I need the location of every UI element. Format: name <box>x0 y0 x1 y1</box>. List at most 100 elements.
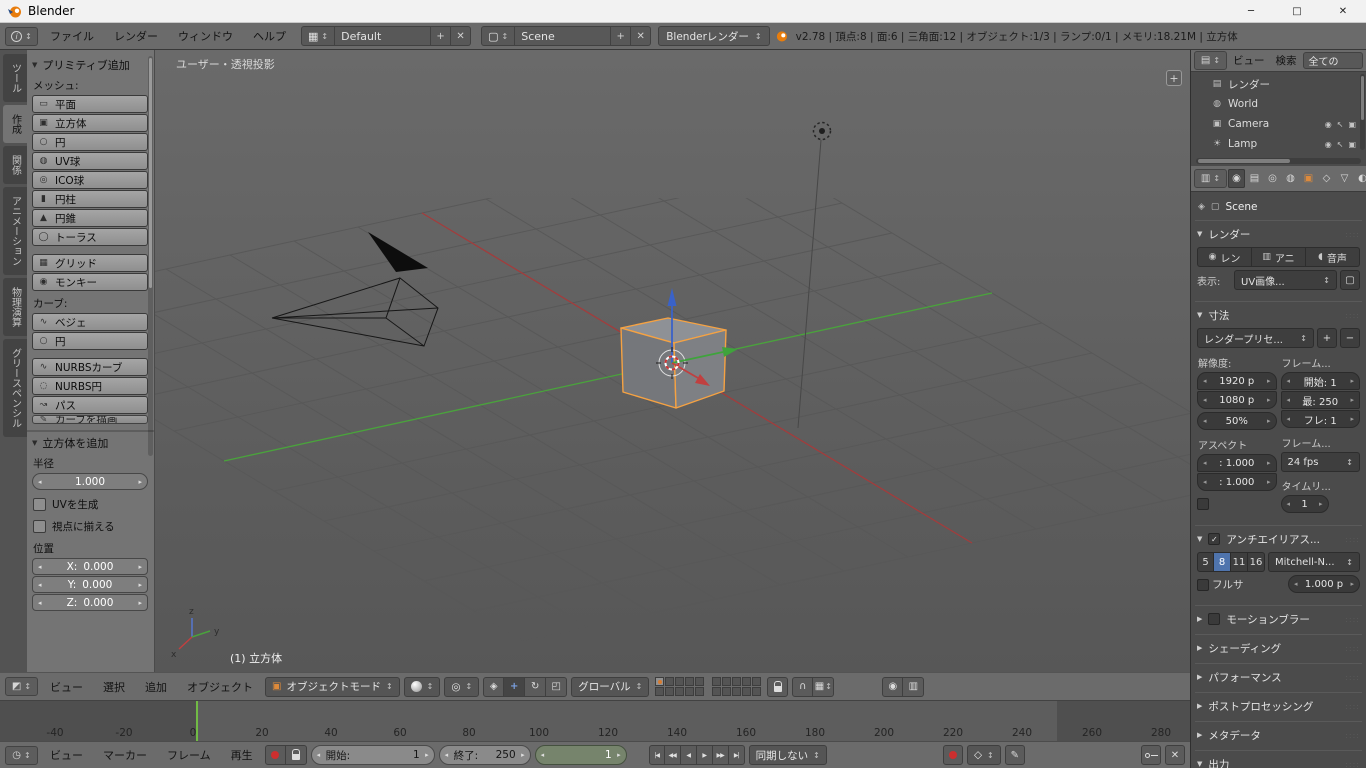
step-left-icon[interactable]: ◂ <box>38 599 42 607</box>
panel-grip[interactable]: :::: <box>1345 535 1360 544</box>
play-button[interactable]: ▶ <box>697 745 713 765</box>
panel-grip[interactable]: :::: <box>1345 615 1360 624</box>
panel-add-cube-header[interactable]: ▼ 立方体を追加 <box>32 435 148 451</box>
region-expand-button[interactable]: + <box>1166 70 1182 86</box>
panel-shading-header[interactable]: ▶ シェーディング :::: <box>1197 635 1360 661</box>
outliner-item-renderlayers[interactable]: ▤ レンダー <box>1191 74 1366 94</box>
keying-set-select[interactable]: ◇ ↕ <box>967 745 1001 765</box>
tab-tools[interactable]: ツール <box>3 54 27 102</box>
menu-file[interactable]: ファイル <box>42 28 102 44</box>
step-left-icon[interactable]: ◂ <box>1287 415 1291 423</box>
panel-metadata-header[interactable]: ▶ メタデータ :::: <box>1197 722 1360 748</box>
step-left-icon[interactable]: ◂ <box>541 751 545 759</box>
panel-antialiasing-header[interactable]: ▼ ✓ アンチエイリアス... :::: <box>1197 526 1360 552</box>
panel-grip[interactable]: :::: <box>1345 644 1360 653</box>
resolution-percentage-field[interactable]: ◂50%▸ <box>1197 412 1277 430</box>
motion-blur-checkbox[interactable] <box>1208 613 1220 625</box>
layer-cell[interactable] <box>675 677 684 686</box>
border-checkbox[interactable] <box>1197 498 1209 510</box>
step-right-icon[interactable]: ▸ <box>138 599 142 607</box>
frame-start-field[interactable]: ◂開始: 1▸ <box>1281 372 1361 390</box>
menu-select[interactable]: 選択 <box>95 679 133 695</box>
aa-samples-8-button[interactable]: 8 <box>1214 552 1231 572</box>
full-sample-checkbox[interactable] <box>1197 579 1209 591</box>
aa-samples-5-button[interactable]: 5 <box>1197 552 1214 572</box>
frame-start-field[interactable]: ◂ 開始: 1 ▸ <box>311 745 435 765</box>
remove-preset-button[interactable]: − <box>1340 328 1360 348</box>
layer-cell[interactable] <box>675 687 684 696</box>
timeline-editor-type-button[interactable]: ◷ ↕ <box>5 746 38 765</box>
add-path-button[interactable]: ↝パス <box>32 396 148 414</box>
panel-grip[interactable]: :::: <box>1345 702 1360 711</box>
info-editor-type-button[interactable]: i ↕ <box>5 27 38 46</box>
panel-add-primitive-header[interactable]: ▼ プリミティブ追加 <box>32 57 148 73</box>
step-left-icon[interactable]: ◂ <box>1203 377 1207 385</box>
visibility-eye-icon[interactable]: ◉ <box>1325 140 1332 149</box>
outliner-editor-type-button[interactable]: ▤ ↕ <box>1194 51 1227 70</box>
delete-screen-button[interactable]: ✕ <box>451 26 471 46</box>
layer-cell[interactable] <box>722 687 731 696</box>
properties-editor-type-button[interactable]: ▥ ↕ <box>1194 169 1227 188</box>
viewport-shading-select[interactable]: ↕ <box>404 677 441 697</box>
panel-grip[interactable]: :::: <box>1345 673 1360 682</box>
step-right-icon[interactable]: ▸ <box>1350 580 1354 588</box>
add-plane-button[interactable]: ▭平面 <box>32 95 148 113</box>
auto-keyframe-button[interactable] <box>265 745 286 765</box>
menu-object[interactable]: オブジェクト <box>179 679 261 695</box>
render-animation-button[interactable]: ▥アニ <box>1252 247 1306 267</box>
render-engine-select[interactable]: Blenderレンダー ↕ <box>658 26 769 46</box>
insert-keyframe-button[interactable] <box>1141 745 1161 765</box>
layer-cell[interactable] <box>732 677 741 686</box>
step-right-icon[interactable]: ▸ <box>1350 415 1354 423</box>
renderability-camera-icon[interactable]: ▣ <box>1348 120 1356 129</box>
browse-screen-button[interactable]: ▦↕ <box>301 26 335 46</box>
add-cylinder-button[interactable]: ▮円柱 <box>32 190 148 208</box>
panel-motion-blur-header[interactable]: ▶ モーションブラー :::: <box>1197 606 1360 632</box>
menu-search[interactable]: 検索 <box>1271 53 1302 68</box>
jump-to-end-button[interactable]: ▶| <box>729 745 745 765</box>
tab-object[interactable]: ▣ <box>1300 169 1317 188</box>
add-nurbs-curve-button[interactable]: ∿NURBSカーブ <box>32 358 148 376</box>
jump-to-start-button[interactable]: |◀ <box>649 745 665 765</box>
menu-help[interactable]: ヘルプ <box>245 28 294 44</box>
antialiasing-checkbox[interactable]: ✓ <box>1208 533 1220 545</box>
add-grid-button[interactable]: ▦グリッド <box>32 254 148 272</box>
add-circle-curve-button[interactable]: ○円 <box>32 332 148 350</box>
resolution-x-field[interactable]: ◂1920 p▸ <box>1197 372 1277 390</box>
location-y-field[interactable]: ◂ Y: 0.000 ▸ <box>32 576 148 593</box>
autokey-lock-button[interactable] <box>286 745 307 765</box>
add-cube-button[interactable]: ▣立方体 <box>32 114 148 132</box>
aa-samples-11-button[interactable]: 11 <box>1231 552 1248 572</box>
step-right-icon[interactable]: ▸ <box>617 751 621 759</box>
tab-material[interactable]: ◐ <box>1354 169 1366 188</box>
menu-frame[interactable]: フレーム <box>159 747 219 763</box>
layer-cell[interactable] <box>742 687 751 696</box>
layer-cell[interactable] <box>655 677 664 686</box>
layer-cell[interactable] <box>752 677 761 686</box>
outliner-vertical-scrollbar[interactable] <box>1360 74 1365 150</box>
outliner-item-camera[interactable]: ▣ Camera ◉ ↖ ▣ <box>1191 114 1366 134</box>
location-x-field[interactable]: ◂ X: 0.000 ▸ <box>32 558 148 575</box>
lamp-object[interactable] <box>814 123 831 140</box>
opengl-render-anim-button[interactable]: ▥ <box>903 677 924 697</box>
add-cone-button[interactable]: ▲円錐 <box>32 209 148 227</box>
delete-keyframe-button[interactable]: ✕ <box>1165 745 1185 765</box>
filter-size-field[interactable]: ◂1.000 p▸ <box>1288 575 1360 593</box>
translate-manipulator-button[interactable]: + <box>504 677 525 697</box>
step-left-icon[interactable]: ◂ <box>1287 500 1291 508</box>
add-uv-sphere-button[interactable]: ◍UV球 <box>32 152 148 170</box>
panel-grip[interactable]: :::: <box>1345 731 1360 740</box>
layer-cell[interactable] <box>685 677 694 686</box>
menu-marker[interactable]: マーカー <box>95 747 155 763</box>
menu-view[interactable]: ビュー <box>42 747 91 763</box>
pivot-point-select[interactable]: ◎ ↕ <box>444 677 479 697</box>
tab-scene[interactable]: ◎ <box>1264 169 1281 188</box>
tab-world[interactable]: ◍ <box>1282 169 1299 188</box>
layer-cell[interactable] <box>695 687 704 696</box>
panel-performance-header[interactable]: ▶ パフォーマンス :::: <box>1197 664 1360 690</box>
step-right-icon[interactable]: ▸ <box>1267 377 1271 385</box>
add-screen-button[interactable]: + <box>431 26 451 46</box>
layer-cell[interactable] <box>655 687 664 696</box>
render-button[interactable]: ◉レン <box>1197 247 1252 267</box>
step-left-icon[interactable]: ◂ <box>38 478 42 486</box>
